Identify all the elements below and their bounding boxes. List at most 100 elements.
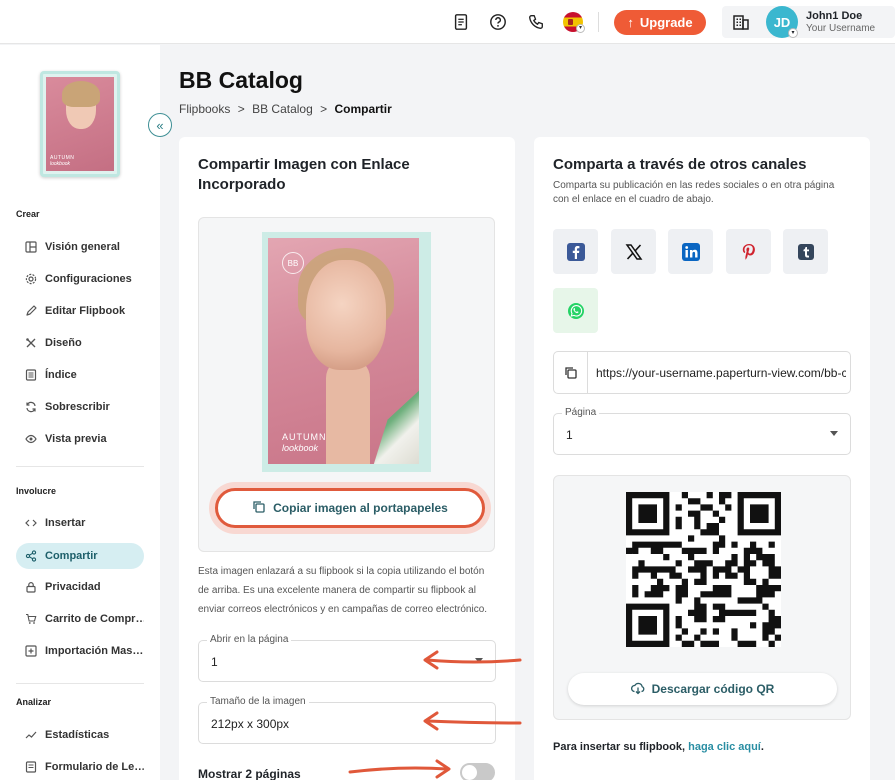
chevron-down-icon: ▾	[788, 28, 798, 38]
sidebar-item-label: Privacidad	[45, 581, 101, 593]
sidebar-item-privacy[interactable]: Privacidad	[16, 574, 144, 600]
embed-text: Para insertar su flipbook,	[553, 741, 686, 753]
sidebar-divider	[16, 466, 144, 467]
breadcrumb-current: Compartir	[334, 102, 392, 116]
section-label-analizar: Analizar	[16, 697, 52, 707]
embed-link[interactable]: haga clic aquí	[688, 741, 761, 753]
collapse-sidebar-button[interactable]: «	[148, 113, 172, 137]
toggle-knob	[462, 765, 477, 780]
copy-image-label: Copiar imagen al portapapeles	[273, 501, 448, 515]
two-pages-label: Mostrar 2 páginas	[198, 767, 301, 780]
top-bar: ▾ ↑ Upgrade JD ▾ John1 Doe Your Username	[0, 0, 895, 44]
sidebar-item-bulk-import[interactable]: Importación Mas…	[16, 638, 144, 664]
pinterest-share-button[interactable]	[726, 229, 771, 274]
sidebar-item-overwrite[interactable]: Sobrescribir	[16, 394, 144, 420]
sidebar-item-overview[interactable]: Visión general	[16, 234, 144, 260]
cover-logo: BB	[282, 252, 304, 274]
share-url-field[interactable]: https://your-username.paperturn-view.com…	[553, 351, 851, 394]
image-preview-box: BB AUTUMN lookbook Copiar imagen al port…	[198, 217, 495, 552]
cover-subtitle: lookbook	[282, 443, 319, 453]
two-pages-toggle[interactable]	[460, 763, 495, 780]
cart-icon	[25, 613, 37, 625]
gear-icon	[25, 273, 37, 285]
sidebar-item-label: Insertar	[45, 517, 86, 529]
sidebar-item-label: Configuraciones	[45, 273, 132, 285]
sidebar-item-design[interactable]: Diseño	[16, 330, 144, 356]
chart-icon	[25, 729, 37, 741]
image-size-select[interactable]: Tamaño de la imagen 212px x 300px	[198, 696, 496, 744]
sidebar-item-label: Vista previa	[45, 433, 107, 445]
sidebar-item-cart[interactable]: Carrito de Compr…	[16, 606, 144, 632]
download-qr-button[interactable]: Descargar código QR	[568, 673, 837, 705]
copy-image-button[interactable]: Copiar imagen al portapapeles	[215, 488, 485, 528]
share-url[interactable]: https://your-username.paperturn-view.com…	[596, 366, 846, 380]
card-title: Compartir Imagen con Enlace Incorporado	[198, 156, 410, 193]
upgrade-label: Upgrade	[639, 15, 693, 30]
phone-icon[interactable]	[526, 12, 546, 32]
linkedin-share-button[interactable]	[668, 229, 713, 274]
whatsapp-share-button[interactable]	[553, 288, 598, 333]
field-label: Abrir en la página	[207, 634, 292, 645]
pinterest-icon	[742, 243, 755, 260]
sidebar-item-label: Diseño	[45, 337, 82, 349]
sidebar-item-preview[interactable]: Vista previa	[16, 426, 144, 452]
field-value: 212px x 300px	[211, 717, 290, 731]
cover-image: BB AUTUMN lookbook	[262, 232, 431, 472]
flipbook-thumbnail[interactable]: AUTUMN lookbook	[40, 71, 120, 177]
facebook-share-button[interactable]	[553, 229, 598, 274]
sidebar-item-edit-flipbook[interactable]: Editar Flipbook	[16, 298, 144, 324]
embed-end: .	[760, 741, 764, 753]
breadcrumb-link[interactable]: Flipbooks	[179, 102, 230, 116]
sidebar-item-statistics[interactable]: Estadísticas	[16, 722, 144, 748]
form-icon	[25, 761, 37, 773]
import-icon	[25, 645, 37, 657]
sidebar-item-index[interactable]: Índice	[16, 362, 144, 388]
chevron-down-icon	[475, 658, 483, 663]
x-icon	[625, 243, 642, 260]
facebook-icon	[566, 242, 585, 261]
page-title: BB Catalog	[179, 67, 303, 93]
x-share-button[interactable]	[611, 229, 656, 274]
linkedin-icon	[681, 242, 700, 261]
card-title: Comparta a través de otros canales	[553, 156, 807, 173]
list-icon	[25, 369, 37, 381]
document-icon[interactable]	[451, 12, 471, 32]
share-channels-card: Comparta a través de otros canales Compa…	[534, 137, 870, 780]
tumblr-share-button[interactable]	[783, 229, 828, 274]
sidebar-item-label: Formulario de Le…	[45, 761, 144, 773]
sidebar-item-label: Importación Mas…	[45, 645, 144, 657]
open-page-select[interactable]: Abrir en la página 1	[198, 634, 496, 682]
copy-icon	[565, 367, 577, 379]
field-label: Tamaño de la imagen	[207, 696, 309, 707]
sidebar-item-lead-form[interactable]: Formulario de Le…	[16, 754, 144, 780]
copy-url-button[interactable]	[554, 352, 588, 393]
sidebar-item-embed[interactable]: Insertar	[16, 510, 144, 536]
upgrade-button[interactable]: ↑ Upgrade	[614, 10, 706, 35]
chevron-down-icon: ▾	[576, 24, 585, 33]
sidebar-item-share[interactable]: Compartir	[16, 543, 144, 569]
tumblr-icon	[797, 243, 814, 260]
eye-icon	[25, 433, 37, 445]
refresh-icon	[25, 401, 37, 413]
page-select[interactable]: Página 1	[553, 407, 851, 455]
user-menu[interactable]: JD ▾ John1 Doe Your Username	[722, 6, 895, 38]
chevron-right-icon: >	[237, 102, 245, 116]
help-icon[interactable]	[488, 12, 508, 32]
lock-icon	[25, 581, 37, 593]
pencil-icon	[25, 305, 37, 317]
sidebar: AUTUMN lookbook Crear Visión general Con…	[0, 45, 160, 780]
breadcrumb-link[interactable]: BB Catalog	[252, 102, 313, 116]
sidebar-item-label: Visión general	[45, 241, 120, 253]
sidebar-item-label: Índice	[45, 369, 77, 381]
field-value: 1	[566, 428, 573, 442]
section-label-involucre: Involucre	[16, 486, 57, 496]
user-name: John1 Doe	[806, 10, 863, 22]
thumb-subtitle: lookbook	[50, 161, 71, 167]
chevron-down-icon	[830, 431, 838, 436]
sidebar-item-label: Estadísticas	[45, 729, 110, 741]
sidebar-item-label: Carrito de Compr…	[45, 613, 144, 625]
sidebar-item-label: Compartir	[45, 550, 98, 562]
sidebar-item-settings[interactable]: Configuraciones	[16, 266, 144, 292]
cover-title: AUTUMN	[282, 432, 327, 442]
building-icon[interactable]	[732, 13, 750, 36]
